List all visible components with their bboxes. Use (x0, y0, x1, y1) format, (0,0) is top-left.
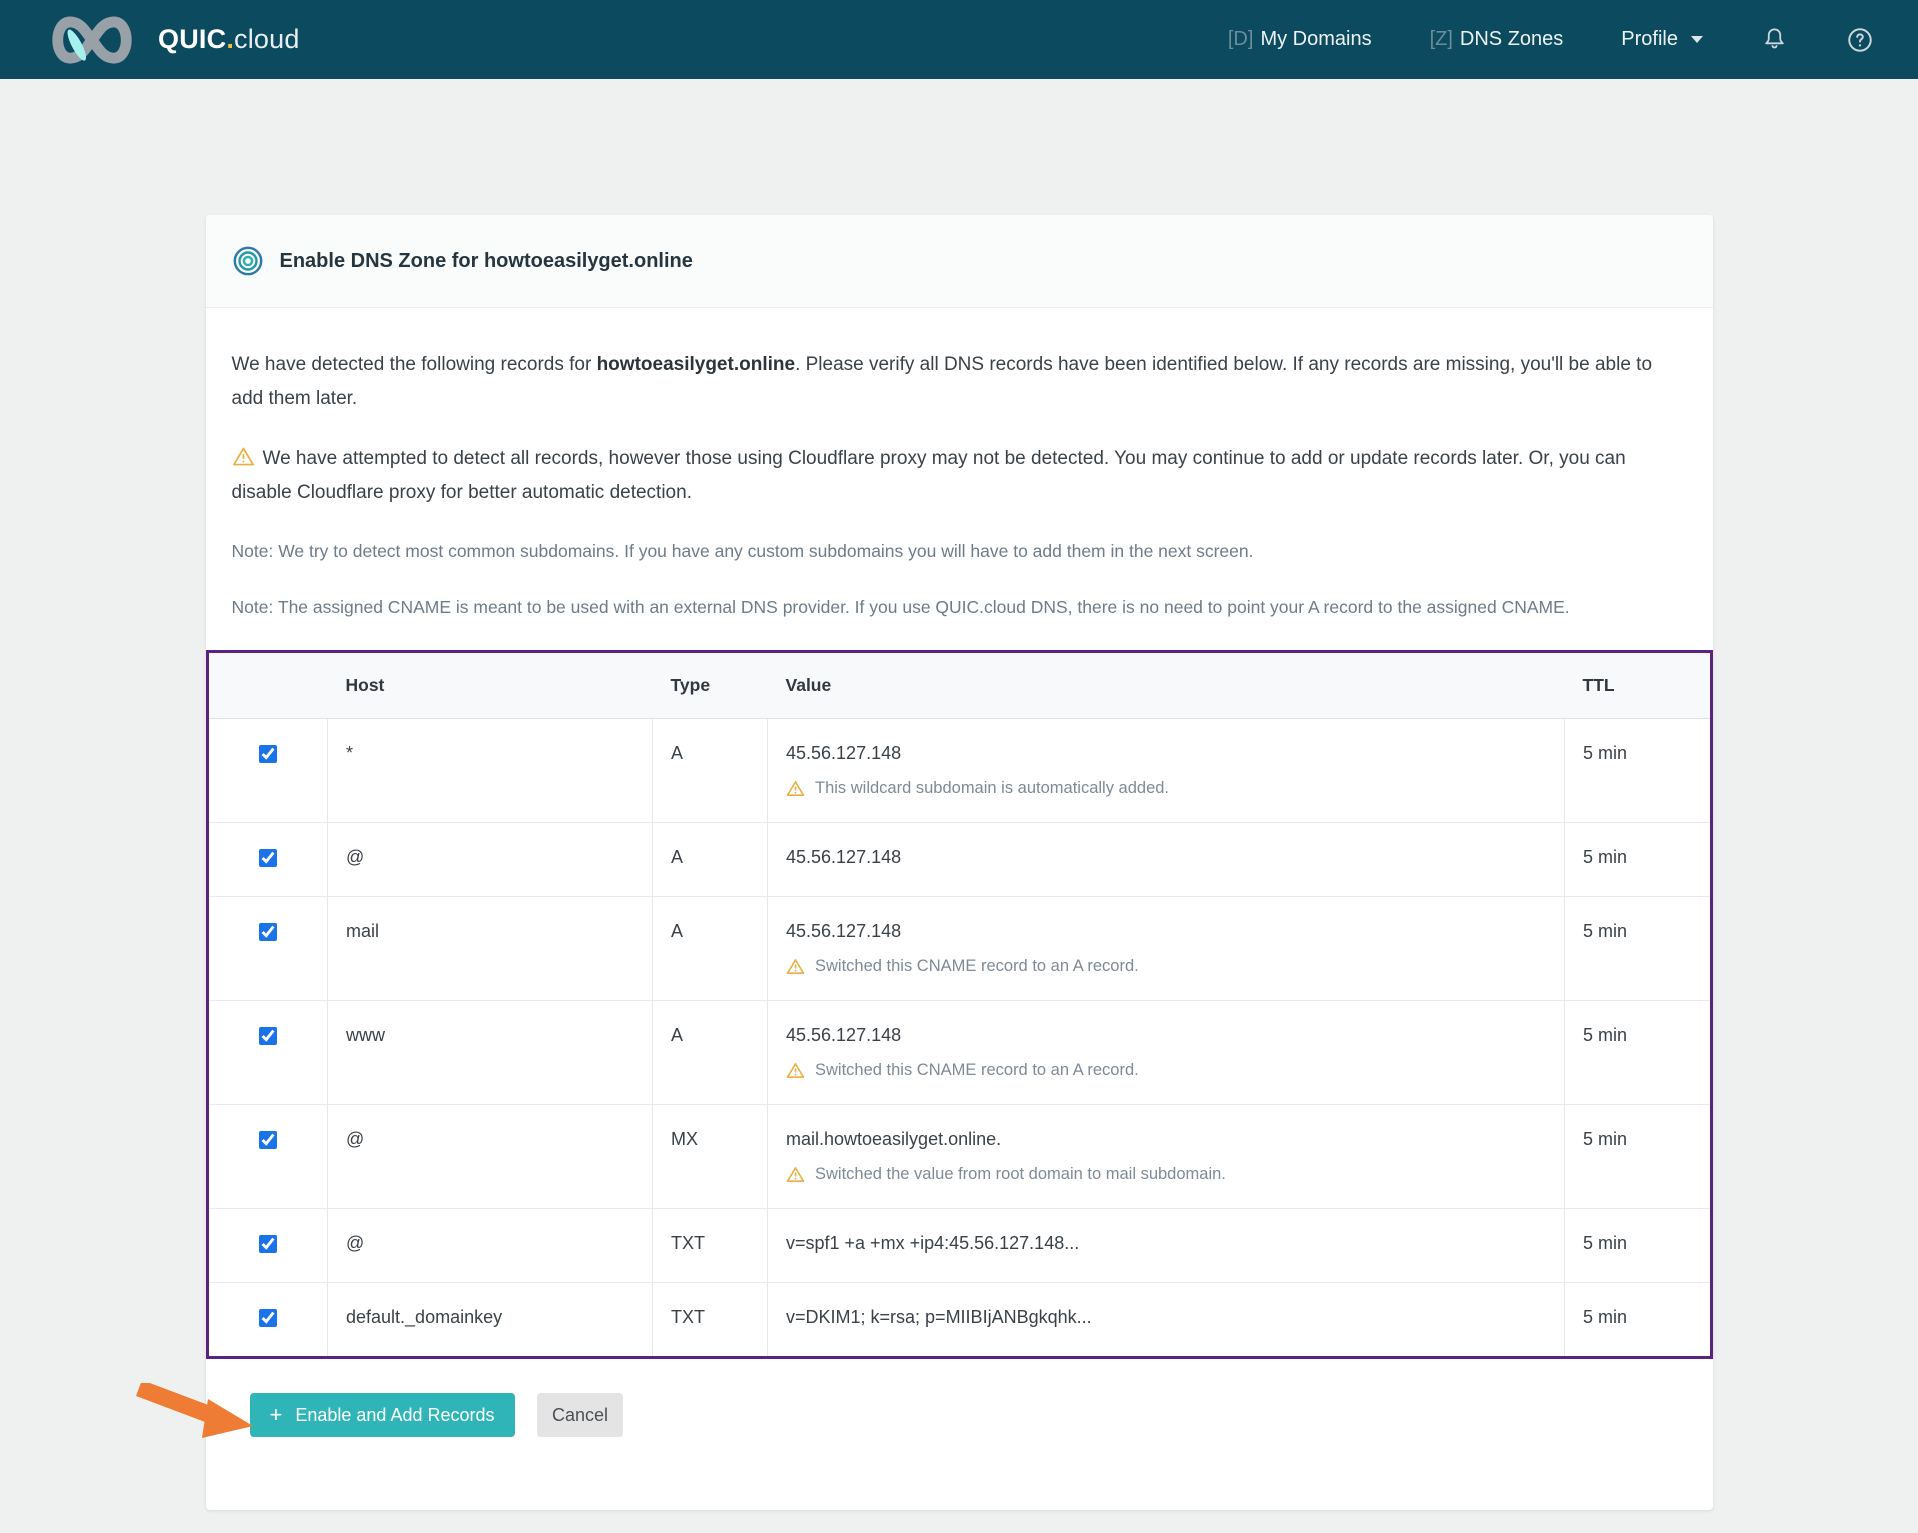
record-type: A (653, 719, 768, 823)
record-checkbox[interactable] (259, 1131, 277, 1149)
enable-and-add-records-button[interactable]: + Enable and Add Records (250, 1393, 515, 1437)
record-ttl: 5 min (1565, 719, 1710, 823)
dns-records-table: Host Type Value TTL * A 45.56.127.148 (206, 650, 1713, 1359)
record-warning: This wildcard subdomain is automatically… (786, 779, 1546, 798)
nav-dns-zones[interactable]: [Z] DNS Zones (1430, 28, 1564, 51)
nav-profile-dropdown[interactable]: Profile (1621, 28, 1703, 51)
record-host: * (328, 719, 653, 823)
notifications-bell-icon[interactable] (1761, 26, 1788, 53)
record-warning: Switched this CNAME record to an A recor… (786, 1061, 1546, 1080)
record-checkbox[interactable] (259, 849, 277, 867)
infinity-logo-icon (44, 11, 140, 69)
record-ttl: 5 min (1565, 1209, 1710, 1283)
warning-triangle-icon (786, 1061, 805, 1080)
intro-text: We have detected the following records f… (232, 348, 1672, 416)
record-warning: Switched the value from root domain to m… (786, 1165, 1546, 1184)
record-checkbox[interactable] (259, 1027, 277, 1045)
record-value: mail.howtoeasilyget.online. (786, 1129, 1546, 1150)
shortcut-d-badge: [D] (1228, 28, 1254, 51)
record-ttl: 5 min (1565, 1283, 1710, 1357)
note-cname: Note: The assigned CNAME is meant to be … (232, 592, 1682, 622)
column-header-host: Host (328, 653, 653, 719)
cloudflare-warning: We have attempted to detect all records,… (232, 442, 1682, 510)
card-footer: + Enable and Add Records Cancel (206, 1359, 1713, 1479)
record-host: default._domainkey (328, 1283, 653, 1357)
cancel-button[interactable]: Cancel (537, 1393, 623, 1437)
domain-name: howtoeasilyget.online (597, 354, 795, 375)
quic-cloud-logo[interactable]: QUIC.cloud (44, 11, 300, 69)
chevron-down-icon (1691, 36, 1703, 43)
plus-icon: + (270, 1404, 283, 1426)
warning-triangle-icon (786, 1165, 805, 1184)
record-checkbox[interactable] (259, 1309, 277, 1327)
column-header-type: Type (653, 653, 768, 719)
record-type: A (653, 823, 768, 897)
table-row: default._domainkey TXT v=DKIM1; k=rsa; p… (209, 1283, 1710, 1357)
note-subdomains: Note: We try to detect most common subdo… (232, 536, 1682, 566)
record-ttl: 5 min (1565, 1105, 1710, 1209)
record-host: @ (328, 823, 653, 897)
record-type: TXT (653, 1283, 768, 1357)
table-row: @ A 45.56.127.148 5 min (209, 823, 1710, 897)
column-header-value: Value (768, 653, 1565, 719)
help-icon[interactable] (1846, 26, 1874, 54)
record-ttl: 5 min (1565, 823, 1710, 897)
column-header-checkbox (209, 653, 328, 719)
record-checkbox[interactable] (259, 923, 277, 941)
record-ttl: 5 min (1565, 1001, 1710, 1105)
record-host: www (328, 1001, 653, 1105)
record-value: 45.56.127.148 (786, 847, 1546, 868)
column-header-ttl: TTL (1565, 653, 1710, 719)
page-title: Enable DNS Zone for howtoeasilyget.onlin… (280, 250, 693, 273)
warning-triangle-icon (786, 957, 805, 976)
top-navbar: QUIC.cloud [D] My Domains [Z] DNS Zones … (0, 0, 1918, 79)
table-row: mail A 45.56.127.148 Switched this CNAME… (209, 897, 1710, 1001)
table-row: @ MX mail.howtoeasilyget.online. Switche… (209, 1105, 1710, 1209)
record-value: v=spf1 +a +mx +ip4:45.56.127.148... (786, 1233, 1546, 1254)
warning-triangle-icon (786, 779, 805, 798)
warning-triangle-icon (232, 445, 255, 468)
record-ttl: 5 min (1565, 897, 1710, 1001)
record-host: mail (328, 897, 653, 1001)
record-checkbox[interactable] (259, 745, 277, 763)
annotation-arrow-icon (136, 1383, 256, 1445)
bullseye-icon (232, 245, 264, 277)
record-value: 45.56.127.148 (786, 743, 1546, 764)
card-header: Enable DNS Zone for howtoeasilyget.onlin… (206, 215, 1713, 308)
table-row: www A 45.56.127.148 Switched this CNAME … (209, 1001, 1710, 1105)
table-row: @ TXT v=spf1 +a +mx +ip4:45.56.127.148..… (209, 1209, 1710, 1283)
record-host: @ (328, 1209, 653, 1283)
table-header-row: Host Type Value TTL (209, 653, 1710, 719)
record-checkbox[interactable] (259, 1235, 277, 1253)
nav-my-domains[interactable]: [D] My Domains (1228, 28, 1372, 51)
record-type: A (653, 897, 768, 1001)
brand-text: QUIC.cloud (158, 24, 300, 55)
table-row: * A 45.56.127.148 This wildcard subdomai… (209, 719, 1710, 823)
record-host: @ (328, 1105, 653, 1209)
record-type: TXT (653, 1209, 768, 1283)
record-value: 45.56.127.148 (786, 1025, 1546, 1046)
record-warning: Switched this CNAME record to an A recor… (786, 957, 1546, 976)
record-value: 45.56.127.148 (786, 921, 1546, 942)
record-type: MX (653, 1105, 768, 1209)
enable-dns-zone-card: Enable DNS Zone for howtoeasilyget.onlin… (206, 215, 1713, 1510)
record-value: v=DKIM1; k=rsa; p=MIIBIjANBgkqhk... (786, 1307, 1546, 1328)
record-type: A (653, 1001, 768, 1105)
shortcut-z-badge: [Z] (1430, 28, 1453, 51)
